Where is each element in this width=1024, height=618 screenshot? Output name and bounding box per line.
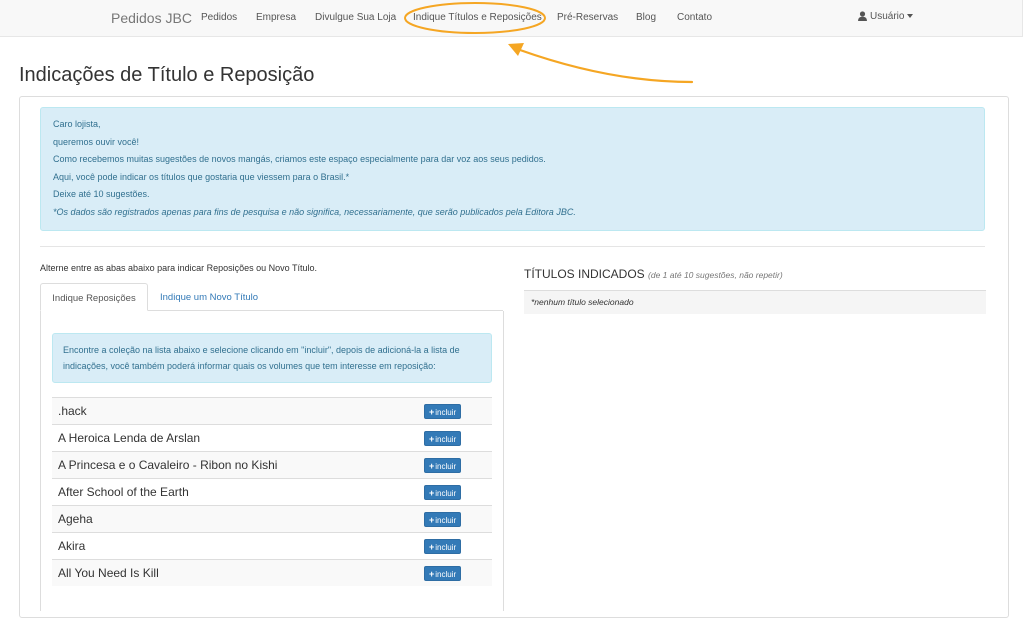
title-name: After School of the Earth [58, 485, 189, 499]
include-button[interactable]: +incluir [424, 404, 462, 419]
intro-alert: Caro lojista, queremos ouvir você! Como … [40, 107, 985, 231]
title-name: Akira [58, 539, 86, 553]
table-row: After School of the Earth +incluir [52, 478, 492, 505]
table-row: A Princesa e o Cavaleiro - Ribon no Kish… [52, 451, 492, 478]
intro-note: *Os dados são registrados apenas para fi… [53, 206, 576, 217]
title-name: All You Need Is Kill [58, 566, 159, 580]
user-menu[interactable]: Usuário [858, 11, 914, 22]
navbar: Pedidos JBC Pedidos Empresa Divulgue Sua… [0, 0, 1023, 37]
table-row: Akira +incluir [52, 532, 492, 559]
table-row: All You Need Is Kill +incluir [52, 559, 492, 586]
nav-contato[interactable]: Contato [677, 12, 712, 23]
table-row: .hack +incluir [52, 397, 492, 424]
include-button[interactable]: +incluir [424, 485, 462, 500]
include-button-label: incluir [435, 408, 457, 417]
title-name: .hack [58, 404, 87, 418]
user-icon [858, 11, 867, 22]
selected-titles-title: TÍTULOS INDICADOS [524, 267, 645, 281]
title-name: Ageha [58, 512, 93, 526]
include-button-label: incluir [435, 516, 457, 525]
nav-pedidos[interactable]: Pedidos [201, 12, 237, 23]
intro-line: queremos ouvir você! [53, 136, 140, 147]
user-menu-label: Usuário [870, 11, 905, 22]
plus-icon: + [429, 434, 435, 444]
include-button-label: incluir [435, 543, 457, 552]
include-button[interactable]: +incluir [424, 431, 462, 446]
plus-icon: + [429, 407, 435, 417]
brand-link[interactable]: Pedidos JBC [111, 10, 192, 26]
reposicoes-help-alert: Encontre a coleção na lista abaixo e sel… [52, 333, 492, 383]
table-row: A Heroica Lenda de Arslan +incluir [52, 424, 492, 451]
tab-indique-reposicoes[interactable]: Indique Reposições [40, 283, 148, 311]
plus-icon: + [429, 515, 435, 525]
selected-titles-heading: TÍTULOS INDICADOS (de 1 até 10 sugestões… [524, 267, 783, 281]
include-button-label: incluir [435, 435, 457, 444]
caret-down-icon [907, 14, 914, 19]
titles-list: .hack +incluir A Heroica Lenda de Arslan… [52, 397, 492, 586]
intro-line: Deixe até 10 sugestões. [53, 189, 150, 199]
intro-line: Aqui, você pode indicar os títulos que g… [53, 171, 350, 182]
annotation-arrow-head [508, 43, 524, 56]
selected-titles-empty: *nenhum título selecionado [524, 290, 986, 314]
tabs-instruction: Alterne entre as abas abaixo para indica… [40, 263, 317, 273]
tab-indique-novo-titulo[interactable]: Indique um Novo Título [160, 283, 258, 311]
include-button-label: incluir [435, 489, 457, 498]
selected-titles-subtitle: (de 1 até 10 sugestões, não repetir) [648, 270, 783, 280]
title-name: A Princesa e o Cavaleiro - Ribon no Kish… [58, 458, 278, 472]
page-title: Indicações de Título e Reposição [19, 64, 315, 86]
include-button[interactable]: +incluir [424, 566, 462, 581]
table-row: Ageha +incluir [52, 505, 492, 532]
include-button[interactable]: +incluir [424, 512, 462, 527]
nav-divulgue-sua-loja[interactable]: Divulgue Sua Loja [315, 12, 396, 23]
plus-icon: + [429, 569, 435, 579]
annotation-arrow-line [518, 48, 694, 84]
title-name: A Heroica Lenda de Arslan [58, 431, 201, 445]
plus-icon: + [429, 488, 435, 498]
nav-pre-reservas[interactable]: Pré-Reservas [557, 12, 618, 23]
nav-blog[interactable]: Blog [636, 12, 656, 23]
plus-icon: + [429, 542, 435, 552]
intro-line: Como recebemos muitas sugestões de novos… [53, 154, 546, 164]
include-button-label: incluir [435, 570, 457, 579]
intro-line: Caro lojista, [53, 119, 101, 129]
include-button[interactable]: +incluir [424, 458, 462, 473]
include-button-label: incluir [435, 462, 457, 471]
section-divider [40, 246, 985, 247]
nav-empresa[interactable]: Empresa [256, 12, 296, 23]
plus-icon: + [429, 461, 435, 471]
include-button[interactable]: +incluir [424, 539, 462, 554]
nav-indique-titulos[interactable]: Indique Títulos e Reposições [413, 12, 542, 23]
